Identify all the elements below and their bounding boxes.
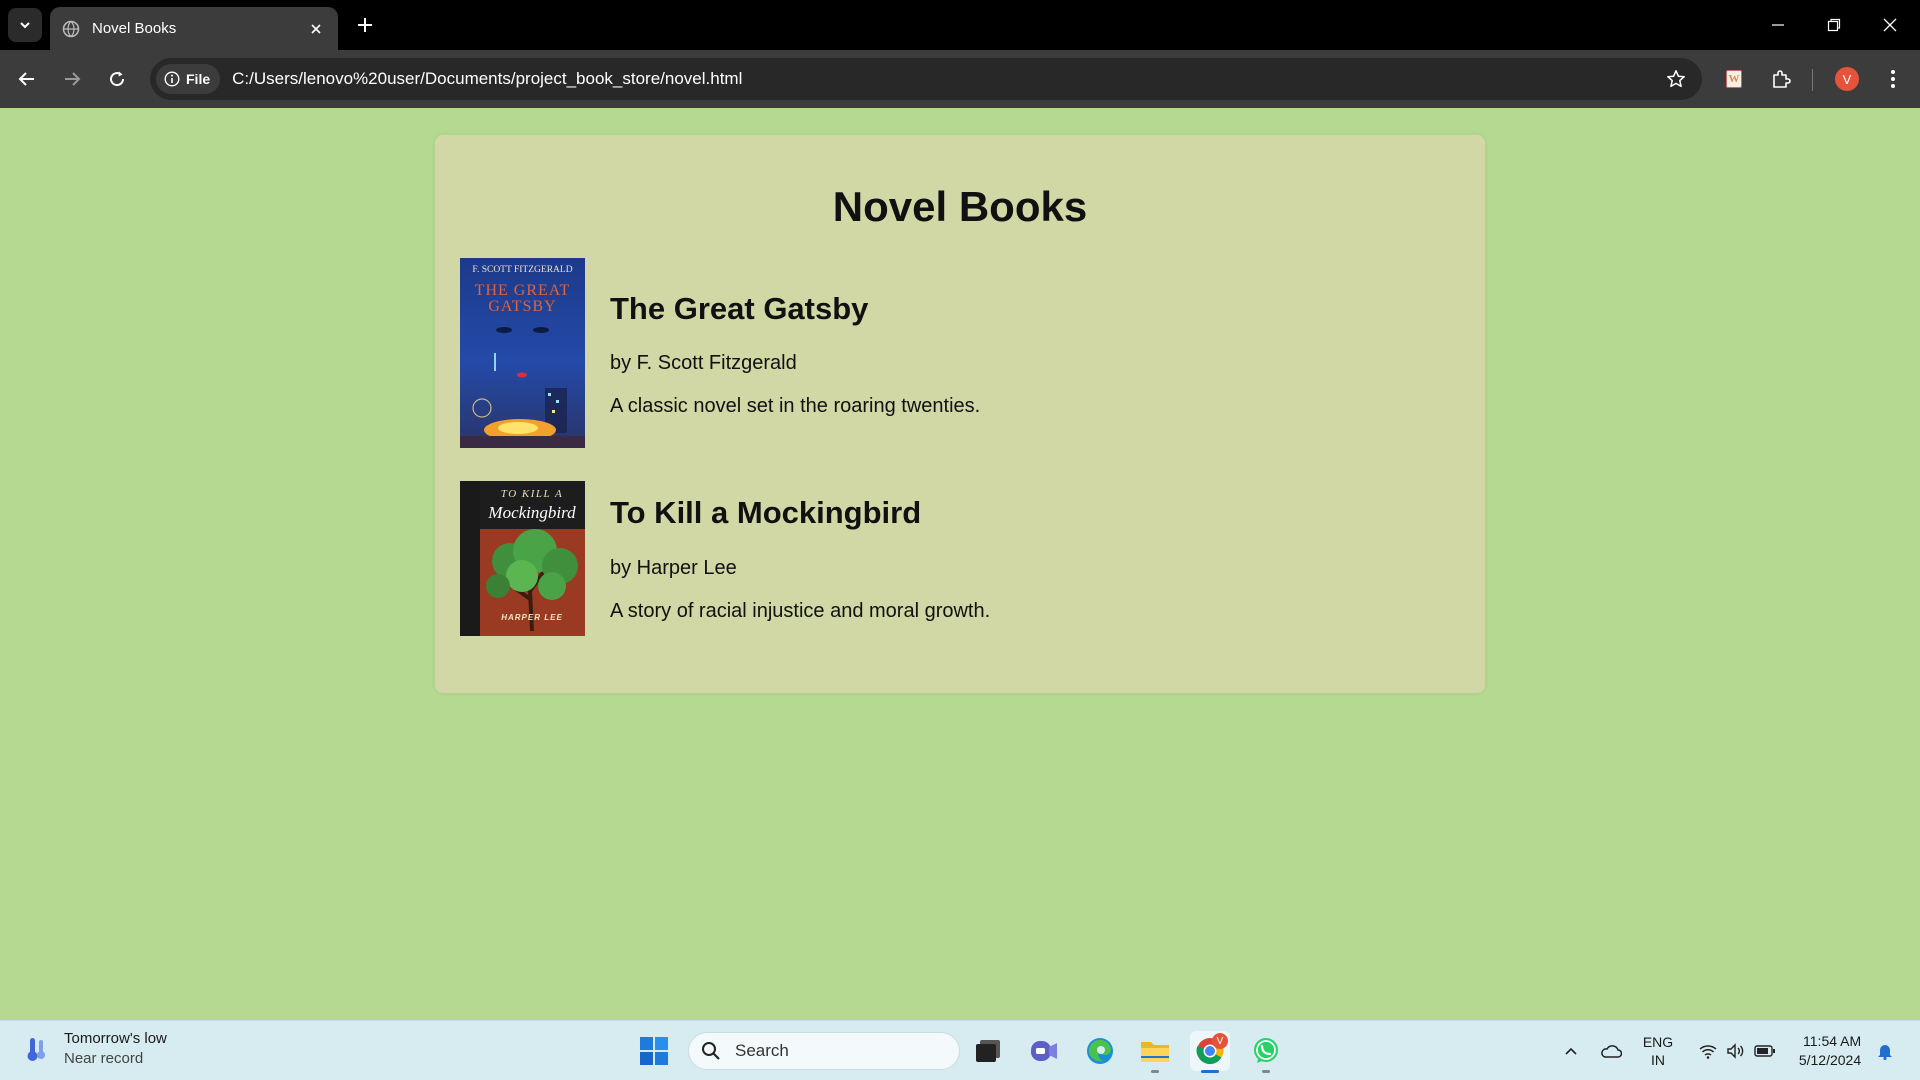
weather-text: Tomorrow's low Near record — [64, 1029, 167, 1069]
mockingbird-cover-art: TO KILL A Mockingbird HARPER LEE — [460, 481, 585, 636]
task-view-icon — [976, 1040, 1000, 1062]
book-author: by F. Scott Fitzgerald — [610, 352, 797, 374]
avatar: V — [1835, 67, 1859, 91]
browser-tab-bar: Novel Books — [0, 0, 1920, 50]
plus-icon — [358, 18, 372, 32]
cover-title-line2: Mockingbird — [487, 503, 576, 522]
cover-author-text: HARPER LEE — [501, 613, 563, 622]
running-indicator — [1201, 1070, 1219, 1073]
book-title: To Kill a Mockingbird — [610, 495, 922, 530]
whatsapp-icon — [1254, 1038, 1278, 1063]
book-author: by Harper Lee — [610, 557, 737, 579]
windows-logo-icon — [640, 1037, 668, 1065]
weather-line2: Near record — [64, 1050, 144, 1067]
globe-icon — [62, 20, 80, 37]
clock[interactable]: 11:54 AM 5/12/2024 — [1790, 1021, 1870, 1080]
url-text[interactable]: C:/Users/lenovo%20user/Documents/project… — [232, 69, 742, 89]
close-window-button[interactable] — [1862, 0, 1918, 50]
arrow-right-icon — [65, 72, 81, 86]
search-icon — [702, 1042, 720, 1060]
profile-button[interactable]: V — [1830, 62, 1864, 96]
battery-icon — [1754, 1045, 1775, 1057]
tab-close-button[interactable] — [306, 19, 326, 39]
restore-button[interactable] — [1806, 0, 1862, 50]
bell-icon — [1878, 1045, 1892, 1060]
language-indicator[interactable]: ENG IN — [1638, 1021, 1678, 1080]
book-cover-gatsby: F. SCOTT FITZGERALD THE GREAT GATSBY — [460, 258, 585, 448]
puzzle-icon — [1773, 70, 1791, 88]
edge-browser-icon — [1087, 1038, 1113, 1064]
chrome-app[interactable]: V — [1190, 1031, 1230, 1073]
weather-widget[interactable]: Tomorrow's low Near record — [24, 1029, 167, 1069]
tab-search-button[interactable] — [8, 8, 42, 42]
taskbar-search[interactable]: Search — [688, 1032, 960, 1070]
book-description: A story of racial injustice and moral gr… — [610, 600, 991, 622]
cover-title-line1: TO KILL A — [501, 488, 563, 500]
clock-time: 11:54 AM — [1803, 1033, 1862, 1049]
page-title: Novel Books — [832, 183, 1088, 230]
menu-button[interactable] — [1876, 62, 1910, 96]
close-icon — [1883, 18, 1897, 32]
teams-app[interactable] — [1024, 1031, 1064, 1071]
whatsapp-app[interactable] — [1246, 1031, 1286, 1073]
onedrive-button[interactable] — [1596, 1021, 1626, 1080]
tab-title: Novel Books — [92, 20, 177, 37]
region-code: IN — [1651, 1052, 1665, 1068]
wifi-icon — [1699, 1045, 1717, 1059]
extensions-button[interactable] — [1764, 62, 1798, 96]
taskbar: Tomorrow's low Near record Search V ENG … — [0, 1020, 1920, 1080]
site-info-label: File — [186, 71, 211, 87]
video-chat-icon — [1031, 1041, 1057, 1061]
bookmark-star-button[interactable] — [1664, 67, 1688, 91]
star-icon — [1667, 70, 1685, 88]
back-button[interactable] — [10, 62, 44, 96]
notifications-button[interactable] — [1874, 1021, 1896, 1080]
document-extension-icon: W — [1726, 70, 1742, 88]
new-tab-button[interactable] — [352, 12, 378, 38]
volume-icon — [1727, 1043, 1744, 1059]
cloud-icon — [1601, 1045, 1622, 1058]
file-explorer-app[interactable] — [1135, 1031, 1175, 1073]
chevron-down-icon — [20, 22, 30, 29]
toolbar-divider — [1812, 69, 1813, 91]
minimize-button[interactable] — [1750, 0, 1806, 50]
cover-author-text: F. SCOTT FITZGERALD — [472, 265, 572, 275]
content-card: Novel Books F. SCOTT FITZGERALD THE GREA… — [435, 135, 1485, 693]
edge-app[interactable] — [1080, 1031, 1120, 1071]
book-description: A classic novel set in the roaring twent… — [610, 395, 981, 417]
running-indicator — [1151, 1070, 1159, 1073]
office-extension-button[interactable]: W — [1717, 62, 1751, 96]
show-hidden-icons-button[interactable] — [1558, 1021, 1584, 1080]
folder-icon — [1141, 1042, 1169, 1062]
forward-button[interactable] — [55, 62, 89, 96]
weather-line1: Tomorrow's low — [64, 1030, 167, 1047]
thermometer-icon — [27, 1038, 45, 1061]
cover-title-line2: GATSBY — [488, 298, 556, 315]
restore-icon — [1827, 18, 1841, 32]
start-button[interactable] — [634, 1031, 674, 1071]
reload-button[interactable] — [100, 62, 134, 96]
browser-toolbar: File C:/Users/lenovo%20user/Documents/pr… — [0, 50, 1920, 108]
book-title: The Great Gatsby — [610, 291, 869, 326]
book-cover-mockingbird: TO KILL A Mockingbird HARPER LEE — [460, 481, 585, 636]
running-indicator — [1262, 1070, 1270, 1073]
search-placeholder: Search — [735, 1041, 789, 1060]
clock-date: 5/12/2024 — [1798, 1052, 1862, 1068]
minimize-icon — [1772, 24, 1784, 26]
taskview-button[interactable] — [968, 1031, 1008, 1071]
arrow-left-icon — [18, 72, 34, 86]
reload-icon — [110, 71, 125, 87]
language-code: ENG — [1642, 1034, 1674, 1050]
more-vertical-icon — [1891, 70, 1895, 88]
info-icon — [164, 71, 180, 87]
chevron-up-icon — [1565, 1047, 1577, 1055]
site-info-chip[interactable]: File — [156, 64, 221, 94]
close-icon — [311, 23, 321, 34]
cover-title-line1: THE GREAT — [475, 282, 571, 299]
notification-badge: V — [1212, 1033, 1228, 1049]
gatsby-cover-art: F. SCOTT FITZGERALD THE GREAT GATSBY — [460, 258, 585, 448]
quick-settings-button[interactable] — [1692, 1021, 1782, 1080]
browser-tab[interactable]: Novel Books — [50, 7, 338, 50]
address-bar[interactable]: File C:/Users/lenovo%20user/Documents/pr… — [150, 58, 1702, 100]
